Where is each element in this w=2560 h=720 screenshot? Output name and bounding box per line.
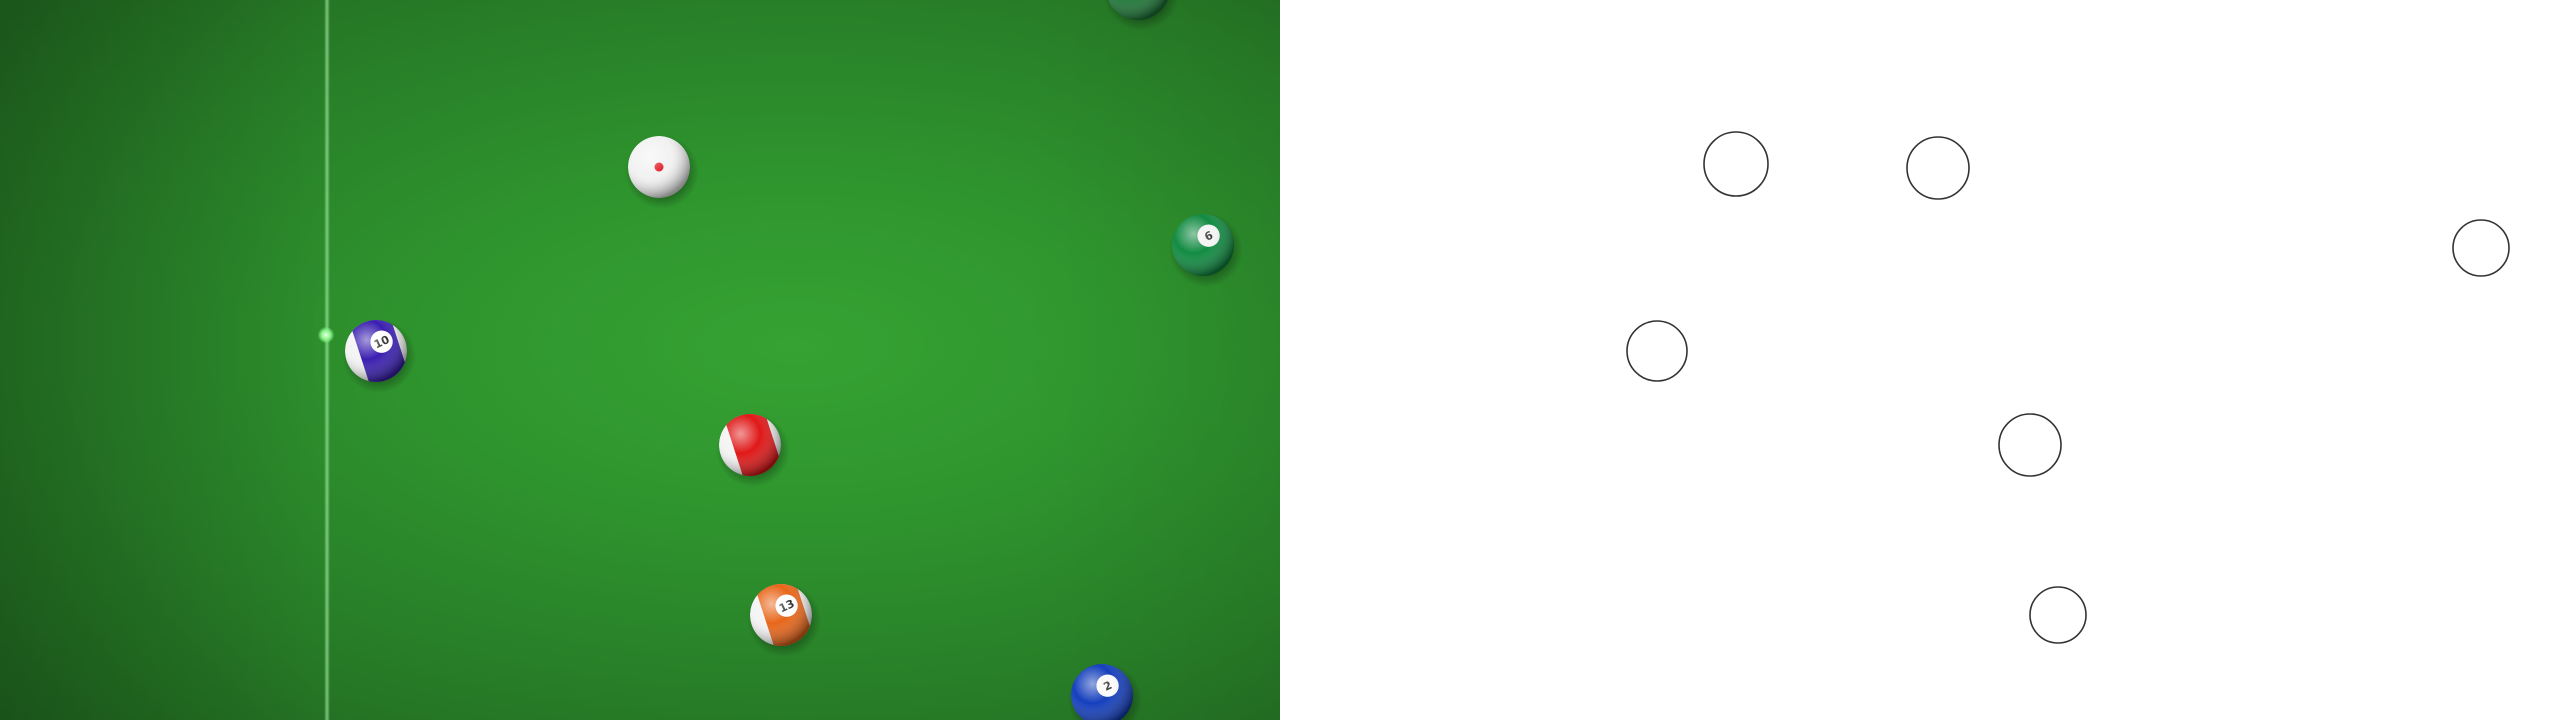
aim-guide-line — [324, 0, 330, 720]
ball-cue[interactable] — [620, 128, 699, 209]
ball-red-11[interactable] — [711, 406, 790, 487]
pool-table-felt[interactable]: 6 10 13 2 — [0, 0, 1280, 720]
ball-top-edge[interactable] — [1098, 0, 1179, 31]
aim-guide-point — [318, 327, 334, 343]
ball-outline-3 — [2452, 219, 2510, 277]
ball-outline-5 — [1998, 413, 2062, 477]
ball-green-6[interactable]: 6 — [1164, 206, 1243, 287]
ball-outline-6 — [2029, 586, 2087, 644]
ball-orange-13[interactable]: 13 — [742, 576, 821, 657]
ball-outline-2 — [1906, 136, 1970, 200]
ball-blue-2[interactable]: 2 — [1063, 656, 1142, 720]
ball-outline-1 — [1703, 131, 1769, 197]
ball-outline-4 — [1626, 320, 1688, 382]
ball-outline-panel — [1280, 0, 2560, 720]
ball-blue-10[interactable]: 10 — [337, 312, 416, 393]
ball-outline-canvas — [1626, 131, 2510, 644]
game-screen: 6 10 13 2 — [0, 0, 2560, 720]
